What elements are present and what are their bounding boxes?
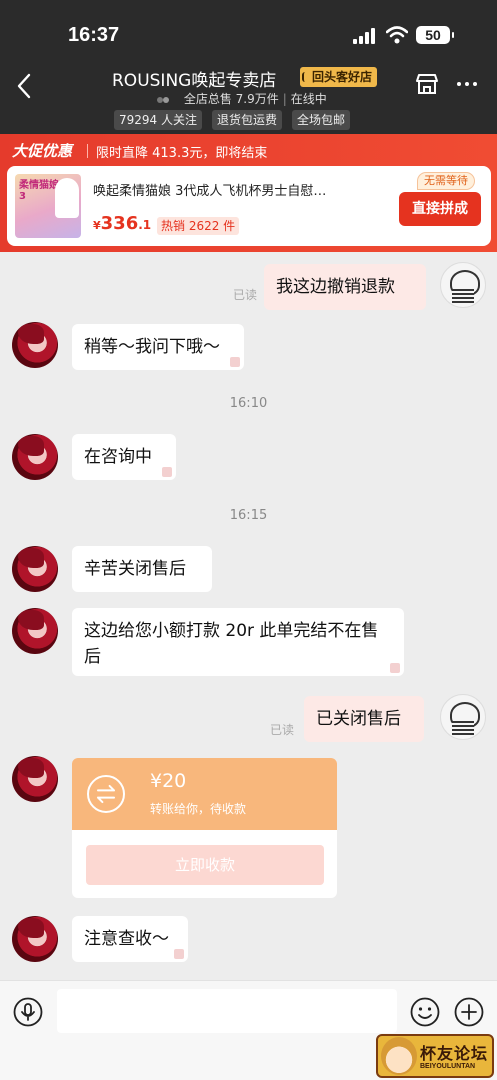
hot-sales-badge: 热销 2622 件 [157,217,240,235]
chat-timestamp: 16:15 [229,508,268,523]
more-actions-plus-icon[interactable] [454,997,484,1027]
followers-chip: 79294 人关注 [114,110,202,130]
incoming-message[interactable]: 这边给您小额打款 20r 此单完结不在售后 [72,608,404,676]
shop-avatar[interactable] [12,916,58,962]
chat-header: 16:37 50 ROUSING唤起专卖店 回头客好店 全店总售 7.9万件 | 在… [0,0,497,134]
shop-avatar[interactable] [12,756,58,802]
promo-logo: 大促优惠 [12,142,73,160]
promo-header: 大促优惠 限时直降 413.3元，即将结束 [0,134,497,166]
thumbnail-figure [55,178,79,218]
watermark-mascot-icon [381,1037,417,1075]
read-receipt: 已读 [270,723,295,737]
online-status: 在线中 [290,92,327,106]
store-moon-icon [157,94,173,105]
shop-avatar[interactable] [12,608,58,654]
transfer-amount: ¥20 [150,770,187,792]
outgoing-message[interactable]: 已关闭售后 [304,696,424,742]
store-tag-badge: 回头客好店 [300,67,378,87]
promo-banner: 大促优惠 限时直降 413.3元，即将结束 柔情猫娘3 唤起柔情猫娘 3代成人飞… [0,134,497,252]
product-title[interactable]: 唤起柔情猫娘 3代成人飞机杯男士自慰… [93,180,393,199]
signal-icon [353,28,375,44]
transfer-header: ¥20 转账给你，待收款 [72,758,337,830]
translate-mark-icon [162,467,172,477]
thumbnail-text: 柔情猫娘3 [19,180,59,202]
translate-mark-icon [390,663,400,673]
return-shipping-chip: 退货包运费 [212,110,283,130]
promo-divider [87,144,88,158]
group-buy-button[interactable]: 直接拼成 [399,192,481,226]
store-subline: 全店总售 7.9万件 | 在线中 [156,90,327,107]
transfer-arrows-icon [87,775,125,813]
back-arrow-icon[interactable] [14,72,36,100]
outgoing-message[interactable]: 我这边撤销退款 [264,264,426,310]
more-options-icon[interactable] [455,74,479,94]
status-time: 16:37 [68,24,120,46]
store-chips: 79294 人关注 退货包运费 全场包邮 [114,110,351,130]
message-input[interactable] [57,989,397,1033]
status-bar: 16:37 50 [0,0,497,70]
money-transfer-card[interactable]: ¥20 转账给你，待收款 立即收款 [72,758,337,898]
free-shipping-chip: 全场包邮 [292,110,351,130]
promo-text: 限时直降 413.3元，即将结束 [96,146,268,161]
store-name[interactable]: ROUSING唤起专卖店 [112,66,276,91]
receive-money-button[interactable]: 立即收款 [86,845,324,885]
chat-timestamp: 16:10 [229,396,268,411]
wifi-icon [386,26,408,44]
product-price: ¥336.1 [93,213,152,234]
translate-mark-icon [230,357,240,367]
watermark-subtitle: BEIYOULUNTAN [420,1063,476,1070]
transfer-description: 转账给你，待收款 [150,802,247,816]
read-receipt: 已读 [233,288,258,302]
no-wait-badge: 无需等待 [417,172,475,190]
chat-area: 已读 我这边撤销退款 稍等～我问下哦～ 16:10 在咨询中 16:15 辛苦关… [0,252,497,980]
user-avatar[interactable] [440,694,486,740]
translate-mark-icon [174,949,184,959]
shop-avatar[interactable] [12,434,58,480]
watermark-title: 杯友论坛 [420,1044,489,1063]
store-sales: 全店总售 7.9万件 [183,92,279,106]
incoming-message[interactable]: 注意查收～ [72,916,188,962]
shop-icon[interactable] [415,73,439,95]
battery-indicator: 50 [416,26,454,44]
emoji-icon[interactable] [410,997,440,1027]
incoming-message[interactable]: 辛苦关闭售后 [72,546,212,592]
user-avatar[interactable] [440,262,486,308]
voice-input-icon[interactable] [13,997,43,1027]
incoming-message[interactable]: 在咨询中 [72,434,176,480]
shop-avatar[interactable] [12,546,58,592]
incoming-message[interactable]: 稍等～我问下哦～ [72,324,244,370]
shop-avatar[interactable] [12,322,58,368]
product-thumbnail[interactable]: 柔情猫娘3 [15,174,81,238]
product-card[interactable]: 柔情猫娘3 唤起柔情猫娘 3代成人飞机杯男士自慰… ¥336.1 热销 2622… [7,166,491,246]
forum-watermark-logo: 杯友论坛 BEIYOULUNTAN [376,1034,494,1078]
